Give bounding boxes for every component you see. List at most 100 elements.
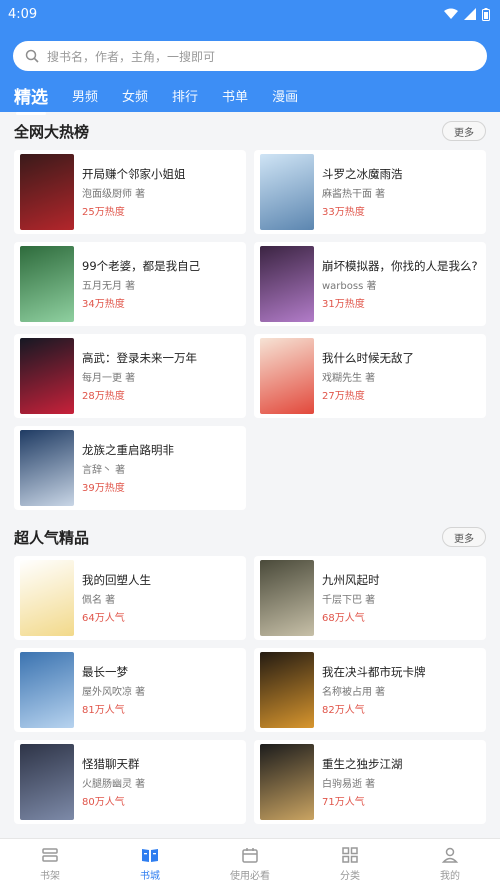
book-stat: 25万热度 [82,207,125,218]
book-cover [20,652,74,728]
book-info: 斗罗之冰魔雨浩 麻酱热干面 著 33万热度 [322,166,403,218]
book-card[interactable]: 我在决斗都市玩卡牌 名称被占用 著 82万人气 [254,648,486,732]
book-card[interactable]: 我什么时候无敌了 戏糊先生 著 27万热度 [254,334,486,418]
book-title: 我在决斗都市玩卡牌 [322,665,426,679]
book-title: 最长一梦 [82,665,128,679]
user-icon [441,847,459,863]
book-info: 九州风起时千层下巴 著 68万人气 [322,572,380,624]
calendar-icon [242,848,258,863]
nav-bookstore[interactable]: 书城 [100,839,200,889]
popular-book-grid: 我的回塑人生 佩名 著 64万人气 九州风起时千层下巴 著 68万人气最长一梦屋外风吹凉… [0,556,500,824]
nav-label: 使用必看 [230,871,270,882]
book-card[interactable]: 九州风起时千层下巴 著 68万人气 [254,556,486,640]
book-card[interactable]: 高武：登录未来一万年 每月一更 著 28万热度 [14,334,246,418]
hot-book-grid: 开局赚个邻家小姐姐 泡面级厨师 著 25万热度 斗罗之冰魔雨浩 麻酱热干面 著 33万热度… [0,150,500,510]
book-author: warboss 著 [322,281,377,292]
status-icons [444,7,490,21]
book-cover [260,154,314,230]
book-stat: 27万热度 [322,391,365,402]
book-stat: 31万热度 [322,299,365,310]
book-title: 九州风起时 [322,573,380,587]
book-title: 99个老婆，都是我自己 [82,259,201,273]
book-cover [260,744,314,820]
nav-label: 我的 [440,871,460,882]
search-icon [25,49,39,63]
book-cover [20,338,74,414]
book-card[interactable]: 怪猎聊天群 火腿肠幽灵 著 80万人气 [14,740,246,824]
app-header: 4:09 搜书名，作者，主角，一搜即可 精选 男频 女频 排行 书单 漫画 [0,0,500,115]
tab-ranking[interactable]: 排行 [172,86,198,105]
book-title: 龙族之重启路明非 [82,443,174,457]
book-author: 火腿肠幽灵 著 [82,779,146,790]
book-stat: 68万人气 [322,613,365,624]
book-cover [20,744,74,820]
book-author: 麻酱热干面 著 [322,189,386,200]
book-stat: 71万人气 [322,797,365,808]
book-author: 屋外风吹凉 著 [82,687,146,698]
book-stat: 33万热度 [322,207,365,218]
nav-profile[interactable]: 我的 [400,839,500,889]
book-cover [20,154,74,230]
bottom-nav: 书架 书城 使用必看 分类 我的 [0,838,500,889]
book-author: 泡面级厨师 著 [82,189,146,200]
book-info: 怪猎聊天群 火腿肠幽灵 著 80万人气 [82,756,145,808]
book-cover [20,246,74,322]
book-cover [20,430,74,506]
search-input[interactable]: 搜书名，作者，主角，一搜即可 [13,41,487,71]
tab-male[interactable]: 男频 [72,86,98,105]
book-info: 重生之独步江湖 白驹易逝 著 71万人气 [322,756,403,808]
book-author: 名称被占用 著 [322,687,386,698]
book-stat: 81万人气 [82,705,125,716]
book-cover [20,560,74,636]
book-stat: 34万热度 [82,299,125,310]
book-stat: 64万人气 [82,613,125,624]
nav-guide[interactable]: 使用必看 [200,839,300,889]
book-card[interactable]: 龙族之重启路明非 言辞丶 著 39万热度 [14,426,246,510]
grid-icon [342,847,358,863]
tab-comics[interactable]: 漫画 [272,86,298,105]
book-info: 我的回塑人生 佩名 著 64万人气 [82,572,151,624]
section-title: 超人气精品 [14,528,90,547]
section-header-popular: 超人气精品 更多 [0,518,500,556]
book-author: 千层下巴 著 [322,595,376,606]
section-title: 全网大热榜 [14,122,90,141]
nav-label: 书架 [40,871,60,882]
signal-icon [464,8,476,20]
book-stat: 39万热度 [82,483,125,494]
book-stat: 80万人气 [82,797,125,808]
more-button[interactable]: 更多 [442,121,486,141]
search-placeholder: 搜书名，作者，主角，一搜即可 [47,49,216,64]
book-card[interactable]: 我的回塑人生 佩名 著 64万人气 [14,556,246,640]
book-stat: 28万热度 [82,391,125,402]
book-card[interactable]: 99个老婆，都是我自己 五月无月 著 34万热度 [14,242,246,326]
book-card[interactable]: 开局赚个邻家小姐姐 泡面级厨师 著 25万热度 [14,150,246,234]
nav-label: 分类 [340,871,360,882]
book-author: 每月一更 著 [82,373,136,384]
book-icon [142,849,158,862]
tab-female[interactable]: 女频 [122,86,148,105]
nav-label: 书城 [140,871,160,882]
more-button[interactable]: 更多 [442,527,486,547]
book-info: 崩坏模拟器，你找的人是我么? warboss 著 31万热度 [322,258,478,310]
tab-booklist[interactable]: 书单 [222,86,248,105]
book-title: 崩坏模拟器，你找的人是我么? [322,259,478,273]
book-info: 龙族之重启路明非 言辞丶 著 39万热度 [82,442,174,494]
book-title: 开局赚个邻家小姐姐 [82,167,186,181]
nav-bookshelf[interactable]: 书架 [0,839,100,889]
book-card[interactable]: 重生之独步江湖 白驹易逝 著 71万人气 [254,740,486,824]
book-author: 五月无月 著 [82,281,136,292]
status-time: 4:09 [8,6,38,22]
book-info: 99个老婆，都是我自己 五月无月 著 34万热度 [82,258,200,310]
book-info: 最长一梦屋外风吹凉 著 81万人气 [82,664,145,716]
book-card[interactable]: 最长一梦屋外风吹凉 著 81万人气 [14,648,246,732]
book-cover [260,560,314,636]
section-header-hot: 全网大热榜 更多 [0,112,500,150]
nav-category[interactable]: 分类 [300,839,400,889]
book-info: 我什么时候无敌了 戏糊先生 著 27万热度 [322,350,414,402]
book-card[interactable]: 斗罗之冰魔雨浩 麻酱热干面 著 33万热度 [254,150,486,234]
wifi-icon [444,8,458,19]
tab-featured[interactable]: 精选 [14,83,48,115]
book-card[interactable]: 崩坏模拟器，你找的人是我么? warboss 著 31万热度 [254,242,486,326]
book-author: 戏糊先生 著 [322,373,376,384]
battery-icon [482,7,490,21]
